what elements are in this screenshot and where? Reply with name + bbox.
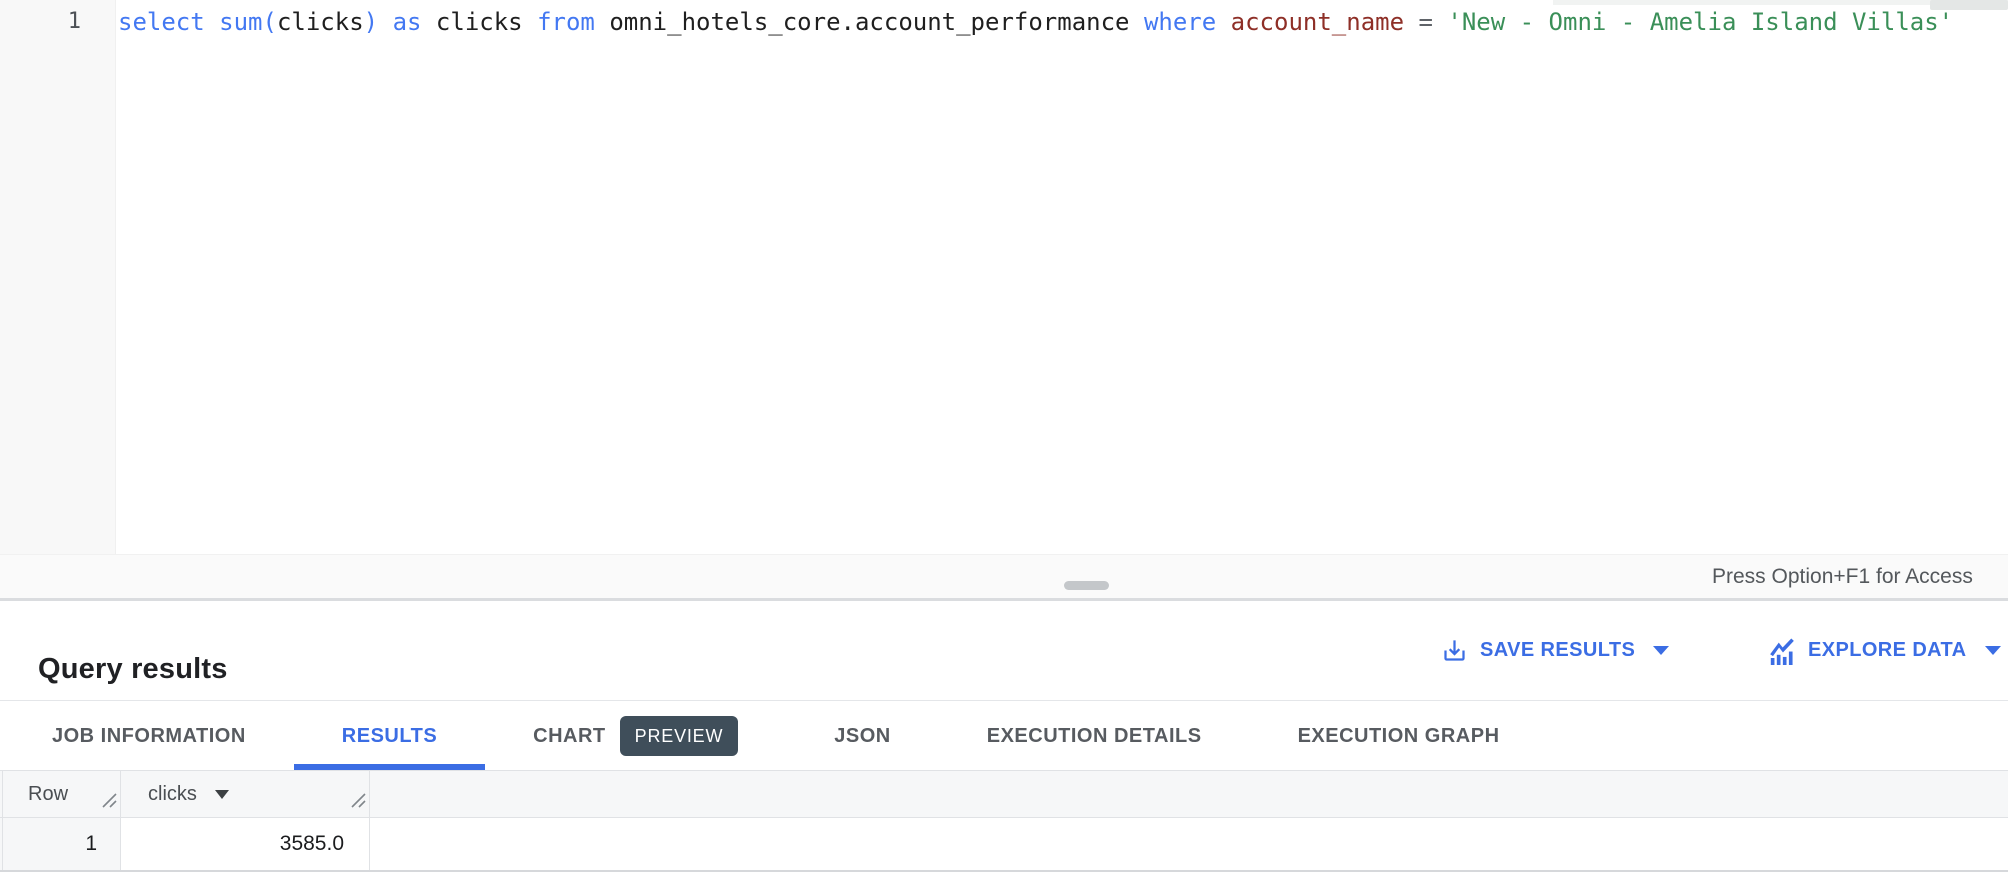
explore-chart-icon bbox=[1768, 637, 1796, 665]
download-icon bbox=[1441, 637, 1468, 664]
explore-data-button[interactable]: EXPLORE DATA bbox=[1768, 601, 2001, 700]
code-token-plain: omni_hotels_core.account_performance bbox=[609, 8, 1144, 36]
column-header-clicks[interactable]: clicks bbox=[121, 771, 370, 817]
tab-label: JSON bbox=[834, 725, 890, 748]
column-resize-handle-icon[interactable] bbox=[102, 791, 117, 814]
save-results-label: SAVE RESULTS bbox=[1480, 639, 1635, 662]
results-tab-bar: JOB INFORMATION RESULTS CHART PREVIEW JSON EX… bbox=[0, 700, 2008, 771]
chevron-down-icon bbox=[1985, 646, 2001, 655]
save-results-button[interactable]: SAVE RESULTS bbox=[1441, 601, 1669, 700]
editor-line-number-gutter: 1 bbox=[0, 0, 116, 554]
column-header-row[interactable]: Row bbox=[0, 771, 121, 817]
table-header-filler bbox=[370, 771, 2008, 817]
sort-caret-icon[interactable] bbox=[215, 790, 229, 799]
column-header-label: clicks bbox=[148, 783, 197, 806]
code-token-string: 'New - Omni - Amelia Island Villas' bbox=[1447, 8, 1953, 36]
accessibility-hint-text: Press Option+F1 for Access bbox=[1712, 555, 1973, 599]
tab-label: EXECUTION GRAPH bbox=[1298, 725, 1500, 748]
preview-badge: PREVIEW bbox=[620, 716, 739, 756]
code-token-keyword: ) bbox=[364, 8, 393, 36]
code-token-field: account_name bbox=[1231, 8, 1419, 36]
code-token-operator: = bbox=[1419, 8, 1448, 36]
row-number-cell: 1 bbox=[0, 818, 121, 870]
code-token-plain: clicks bbox=[436, 8, 537, 36]
tab-list: JOB INFORMATION RESULTS CHART PREVIEW JSON EX… bbox=[0, 701, 2008, 771]
code-token-plain: clicks bbox=[277, 8, 364, 36]
code-token-keyword: from bbox=[537, 8, 609, 36]
sql-editor[interactable]: 1 select sum(clicks) as clicks from omni… bbox=[0, 0, 2008, 554]
code-token-keyword: where bbox=[1144, 8, 1231, 36]
tab-label: RESULTS bbox=[342, 725, 437, 748]
table-header-row: Row clicks bbox=[0, 771, 2008, 818]
column-resize-handle-icon[interactable] bbox=[351, 791, 366, 814]
tab-chart[interactable]: CHART PREVIEW bbox=[485, 701, 786, 771]
tab-json[interactable]: JSON bbox=[786, 701, 938, 771]
code-token-keyword: sum( bbox=[219, 8, 277, 36]
row-filler-cell bbox=[370, 818, 2008, 870]
tab-job-information[interactable]: JOB INFORMATION bbox=[4, 701, 294, 771]
editor-status-bar: Press Option+F1 for Access bbox=[0, 554, 2008, 599]
column-header-label: Row bbox=[28, 783, 68, 806]
tab-results[interactable]: RESULTS bbox=[294, 701, 485, 771]
results-table: Row clicks 13585.0 bbox=[0, 770, 2008, 872]
tab-execution-graph[interactable]: EXECUTION GRAPH bbox=[1250, 701, 1548, 771]
tab-label: JOB INFORMATION bbox=[52, 725, 246, 748]
pane-splitter-handle[interactable] bbox=[1064, 581, 1109, 590]
table-row: 13585.0 bbox=[0, 818, 2008, 872]
tab-label: EXECUTION DETAILS bbox=[987, 725, 1202, 748]
bigquery-query-results-page: { "editor": { "line_number": "1", "code_… bbox=[0, 0, 2008, 896]
editor-horizontal-scrollbar-track[interactable] bbox=[1553, 0, 2008, 5]
editor-horizontal-scrollbar-thumb[interactable] bbox=[1930, 0, 2008, 10]
code-token-keyword: select bbox=[118, 8, 219, 36]
code-line[interactable]: select sum(clicks) as clicks from omni_h… bbox=[118, 7, 1953, 37]
table-body: 13585.0 bbox=[0, 818, 2008, 872]
explore-data-label: EXPLORE DATA bbox=[1808, 639, 1967, 662]
chevron-down-icon bbox=[1653, 646, 1669, 655]
query-results-header: Query results SAVE RESULTS EXPLORE DATA bbox=[0, 601, 2008, 700]
tab-execution-details[interactable]: EXECUTION DETAILS bbox=[939, 701, 1250, 771]
line-number: 1 bbox=[68, 7, 81, 37]
code-token-keyword: as bbox=[393, 8, 436, 36]
tab-label: CHART bbox=[533, 725, 606, 748]
clicks-value-cell: 3585.0 bbox=[121, 818, 370, 870]
